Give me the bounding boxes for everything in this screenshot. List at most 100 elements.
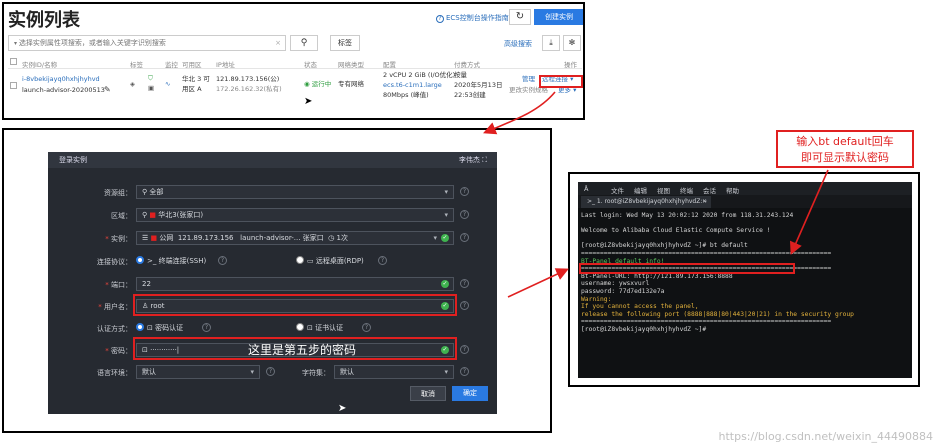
manage-link[interactable]: 管理 [522,75,535,84]
column-header: 实例ID/名称 [22,61,58,69]
help-icon[interactable]: ? [460,345,469,354]
help-icon[interactable]: ? [460,187,469,196]
column-header: 付费方式 [454,61,480,69]
tag-button[interactable]: 标签 [330,35,360,51]
advanced-search-link[interactable]: 高级搜索 [504,39,532,49]
list-icon: ☰ [142,234,151,242]
terminal-line: Last login: Wed May 13 20:02:12 2020 fro… [581,212,794,219]
terminal-line: password: 77d7ed132e7a [581,287,665,295]
protocol-label: 连接协议： [97,258,132,266]
resource-group-select[interactable]: ⚲ 全部 ▾ [136,185,454,199]
dialog-header-user: 李伟杰 ⛶ [458,156,487,164]
terminal-icon: >_ [147,257,159,265]
refresh-icon: ↻ [515,11,525,22]
instance-id-link[interactable]: i-8vbekijayq0hxhjhyhvd [22,75,100,84]
private-ip: 172.26.162.32(私有) [216,85,282,93]
cancel-button[interactable]: 取消 [410,386,446,401]
ecs-guide-link[interactable]: ? ECS控制台操作指南 [436,13,509,23]
region-select[interactable]: ⚲ ■ 华北3(张家口) ▾ [136,208,454,222]
chart-icon[interactable]: ∿ [165,80,170,89]
column-header: 标签 [130,61,143,69]
highlight-box [133,294,457,316]
help-icon[interactable]: ? [460,210,469,219]
close-icon[interactable]: × [702,196,707,208]
export-button[interactable]: ⤓ [542,35,560,51]
column-header: 可用区 [182,61,202,69]
clock-icon: ◷ [328,234,337,242]
play-icon: ◉ [304,80,312,88]
help-icon[interactable]: ? [362,323,371,332]
gear-icon: ✻ [568,38,576,47]
search-input[interactable]: ▾ 选择实例属性项搜索，或者输入关键字识别搜索 × [8,35,286,51]
instance-name: launch-advisor-20200513 [22,86,105,94]
network-type: 专有网络 [338,80,364,88]
chevron-down-icon: ▾ [250,368,254,376]
terminal-line: [root@iZ8vbekijayq0hxhjhyhvdZ ~]# [581,325,707,333]
edit-icon[interactable]: ✎ [104,85,111,94]
dialog-header: 登录实例 李伟杰 ⛶ [48,152,497,168]
help-icon[interactable]: ? [218,256,227,265]
help-icon[interactable]: ? [460,301,469,310]
column-header: 操作 [564,61,577,69]
download-icon: ⤓ [549,38,553,47]
fullscreen-icon[interactable]: ⛶ [482,156,487,164]
terminal-tab[interactable]: >_ 1. root@iZ8vbekijayq0hxhjhyhvdZ:~ × [581,196,711,208]
zone: 用区 A [182,85,202,93]
port-input[interactable]: 22 ✓ [136,277,454,291]
terminal-window: Å 文件 编辑 视图 终端 会话 帮助 >_ 1. root@iZ8vbekij… [578,182,912,378]
column-header: 网络类型 [338,61,364,69]
terminal-line: ========================================… [581,249,832,257]
terminal-line: release the following port (8888|888|80|… [581,310,854,318]
app-icon: Å [584,185,589,193]
auth-cert-radio[interactable]: ⊡ 证书认证 [296,323,343,333]
language-select[interactable]: 默认 ▾ [136,365,260,379]
menu-item-session[interactable]: 会话 [703,185,716,195]
settings-button[interactable]: ✻ [563,35,581,51]
help-icon[interactable]: ? [460,233,469,242]
public-ip: 121.89.173.156(公) [216,75,280,83]
refresh-button[interactable]: ↻ [509,9,531,25]
column-header: 状态 [304,61,317,69]
resource-group-label: 资源组： [104,189,132,197]
monitor-icon[interactable]: ▣ [148,84,154,93]
instance-label: * 实例： [105,235,132,243]
cursor-icon: ➤ [338,403,347,414]
menu-item-file[interactable]: 文件 [611,185,624,195]
shield-icon[interactable]: ⛉ [148,74,153,83]
desktop-icon: ▭ [307,257,316,265]
help-icon[interactable]: ? [460,367,469,376]
menu-item-view[interactable]: 视图 [657,185,670,195]
protocol-ssh-radio[interactable]: >_ 终端连接(SSH) [136,256,206,266]
instance-type-link[interactable]: ecs.t6-c1m1.large [383,81,442,90]
flag-icon: ■ [149,211,159,219]
help-icon[interactable]: ? [460,279,469,288]
pay-type: 按量 [454,71,467,79]
instance-select[interactable]: ☰ ■ 公网 121.89.173.156 launch-advisor-...… [136,231,454,245]
select-all-checkbox[interactable] [10,58,17,65]
instance-list-panel: 实例列表 ? ECS控制台操作指南 ↻ 创建实例 ▾ 选择实例属性项搜索，或者输入… [2,2,585,120]
protocol-rdp-radio[interactable]: ▭ 远程桌面(RDP) [296,256,364,266]
close-icon[interactable]: × [275,36,281,50]
callout-line: 即可显示默认密码 [801,151,889,164]
check-icon: ✓ [441,234,449,242]
dialog-title: 登录实例 [59,156,87,164]
create-time: 22:53创建 [454,91,486,99]
menu-item-terminal[interactable]: 终端 [680,185,693,195]
help-icon[interactable]: ? [202,323,211,332]
create-instance-button[interactable]: 创建实例 [534,9,583,25]
terminal-line: Warning: [581,295,612,303]
table-header: 实例ID/名称 标签 监控 可用区 IP地址 状态 网络类型 配置 付费方式 操… [8,57,582,69]
lock-icon: ⊡ [307,324,316,332]
chevron-down-icon: ▾ [444,188,448,196]
ok-button[interactable]: 确定 [452,386,488,401]
auth-password-radio[interactable]: ⊡ 密码认证 [136,323,183,333]
page-title: 实例列表 [8,10,80,31]
row-checkbox[interactable] [10,82,17,89]
tag-icon[interactable]: ◈ [130,80,135,89]
search-button[interactable]: ⚲ [290,35,318,51]
menu-item-edit[interactable]: 编辑 [634,185,647,195]
charset-select[interactable]: 默认 ▾ [334,365,454,379]
zone: 华北 3 可 [182,75,210,83]
menu-item-help[interactable]: 帮助 [726,185,739,195]
help-icon[interactable]: ? [378,256,387,265]
